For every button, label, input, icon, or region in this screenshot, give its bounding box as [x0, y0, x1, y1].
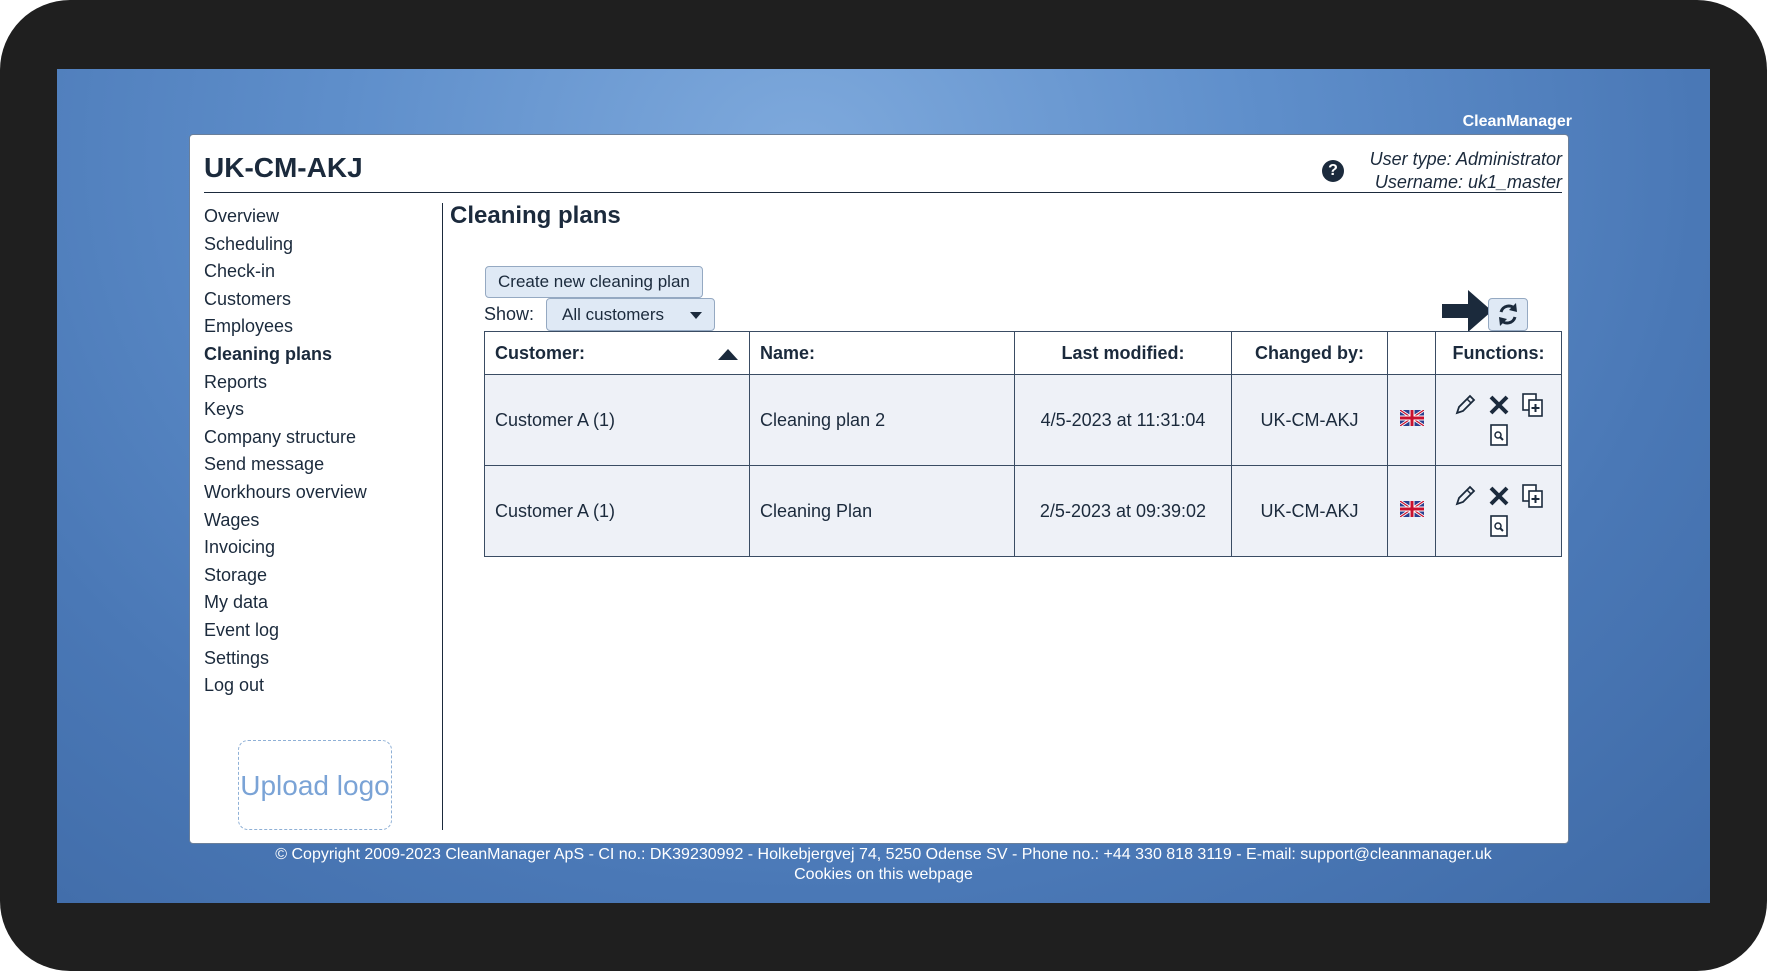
- cell-last-modified: 4/5-2023 at 11:31:04: [1014, 374, 1232, 466]
- sidebar-item-log-out[interactable]: Log out: [204, 672, 367, 700]
- footer: © Copyright 2009-2023 CleanManager ApS -…: [57, 845, 1710, 885]
- sidebar-item-my-data[interactable]: My data: [204, 589, 367, 617]
- table-row: Customer A (1) Cleaning plan 2 4/5-2023 …: [484, 374, 1562, 466]
- header-divider: [204, 192, 1562, 193]
- sidebar-divider: [442, 203, 443, 830]
- sidebar-item-cleaning-plans[interactable]: Cleaning plans: [204, 341, 367, 369]
- app-brand: CleanManager: [1462, 113, 1572, 130]
- cell-changed-by: UK-CM-AKJ: [1231, 374, 1388, 466]
- device-frame: CleanManager UK-CM-AKJ ? User type: Admi…: [0, 0, 1767, 971]
- sidebar-item-customers[interactable]: Customers: [204, 286, 367, 314]
- cell-functions: [1435, 465, 1562, 557]
- col-last-modified-label: Last modified:: [1061, 342, 1185, 363]
- uk-flag-icon: [1398, 499, 1425, 518]
- copy-icon[interactable]: [1520, 483, 1546, 509]
- chevron-down-icon: [690, 312, 702, 319]
- sidebar-item-scheduling[interactable]: Scheduling: [204, 231, 367, 259]
- main-panel: UK-CM-AKJ ? User type: Administrator Use…: [189, 134, 1569, 844]
- show-label: Show:: [484, 304, 535, 324]
- preview-icon[interactable]: [1486, 422, 1512, 448]
- refresh-button[interactable]: [1488, 298, 1528, 331]
- username: Username: uk1_master: [1374, 172, 1562, 192]
- sort-up-icon[interactable]: [718, 348, 738, 360]
- col-customer[interactable]: Customer:: [484, 331, 750, 375]
- cell-name: Cleaning plan 2: [749, 374, 1015, 466]
- sidebar-item-send-message[interactable]: Send message: [204, 451, 367, 479]
- refresh-icon: [1499, 303, 1517, 326]
- user-type: User type: Administrator: [1369, 149, 1562, 169]
- sidebar-item-event-log[interactable]: Event log: [204, 617, 367, 645]
- sidebar-item-invoicing[interactable]: Invoicing: [204, 534, 367, 562]
- sidebar-item-overview[interactable]: Overview: [204, 203, 367, 231]
- col-name[interactable]: Name:: [749, 331, 1015, 375]
- uk-flag-icon: [1398, 408, 1425, 427]
- screen: CleanManager UK-CM-AKJ ? User type: Admi…: [57, 69, 1710, 903]
- sidebar-item-reports[interactable]: Reports: [204, 369, 367, 397]
- edit-icon[interactable]: [1452, 483, 1478, 509]
- col-functions: Functions:: [1435, 331, 1562, 375]
- sidebar-item-wages[interactable]: Wages: [204, 507, 367, 535]
- sidebar-item-workhours-overview[interactable]: Workhours overview: [204, 479, 367, 507]
- page-header-title: UK-CM-AKJ: [204, 152, 363, 183]
- customer-filter-value: All customers: [562, 305, 665, 324]
- col-last-modified[interactable]: Last modified:: [1014, 331, 1232, 375]
- col-customer-label: Customer:: [495, 342, 586, 363]
- sidebar-item-storage[interactable]: Storage: [204, 562, 367, 590]
- cell-customer: Customer A (1): [484, 465, 750, 557]
- edit-icon[interactable]: [1452, 392, 1478, 418]
- cell-language: [1387, 374, 1436, 466]
- sidebar-item-check-in[interactable]: Check-in: [204, 258, 367, 286]
- cell-language: [1387, 465, 1436, 557]
- cookies-link[interactable]: Cookies on this webpage: [57, 865, 1710, 885]
- sidebar-item-company-structure[interactable]: Company structure: [204, 424, 367, 452]
- col-changed-by[interactable]: Changed by:: [1231, 331, 1388, 375]
- cleaning-plans-table: Customer: Name: Last modified: Changed b…: [484, 331, 1562, 557]
- preview-icon[interactable]: [1486, 513, 1512, 539]
- user-info: User type: Administrator Username: uk1_m…: [1370, 148, 1562, 194]
- col-name-label: Name:: [760, 342, 816, 363]
- help-icon[interactable]: ?: [1322, 160, 1344, 182]
- sidebar-item-keys[interactable]: Keys: [204, 396, 367, 424]
- sidebar-item-employees[interactable]: Employees: [204, 313, 367, 341]
- customer-filter-select[interactable]: All customers: [546, 298, 715, 331]
- cell-name: Cleaning Plan: [749, 465, 1015, 557]
- page-title: Cleaning plans: [450, 202, 621, 229]
- sidebar-nav: Overview Scheduling Check-in Customers E…: [204, 203, 367, 700]
- sidebar-item-settings[interactable]: Settings: [204, 645, 367, 673]
- cell-functions: [1435, 374, 1562, 466]
- cell-changed-by: UK-CM-AKJ: [1231, 465, 1388, 557]
- cell-last-modified: 2/5-2023 at 09:39:02: [1014, 465, 1232, 557]
- col-functions-label: Functions:: [1452, 342, 1545, 363]
- table-header-row: Customer: Name: Last modified: Changed b…: [484, 331, 1562, 375]
- col-language: [1387, 331, 1436, 375]
- create-cleaning-plan-button[interactable]: Create new cleaning plan: [485, 266, 703, 298]
- delete-icon[interactable]: [1486, 483, 1512, 509]
- footer-copyright: © Copyright 2009-2023 CleanManager ApS -…: [275, 846, 1492, 863]
- col-changed-by-label: Changed by:: [1254, 342, 1364, 363]
- table-row: Customer A (1) Cleaning Plan 2/5-2023 at…: [484, 465, 1562, 557]
- copy-icon[interactable]: [1520, 392, 1546, 418]
- arrow-right-icon: [1442, 290, 1492, 332]
- cell-customer: Customer A (1): [484, 374, 750, 466]
- delete-icon[interactable]: [1486, 392, 1512, 418]
- upload-logo-button[interactable]: Upload logo: [238, 740, 392, 830]
